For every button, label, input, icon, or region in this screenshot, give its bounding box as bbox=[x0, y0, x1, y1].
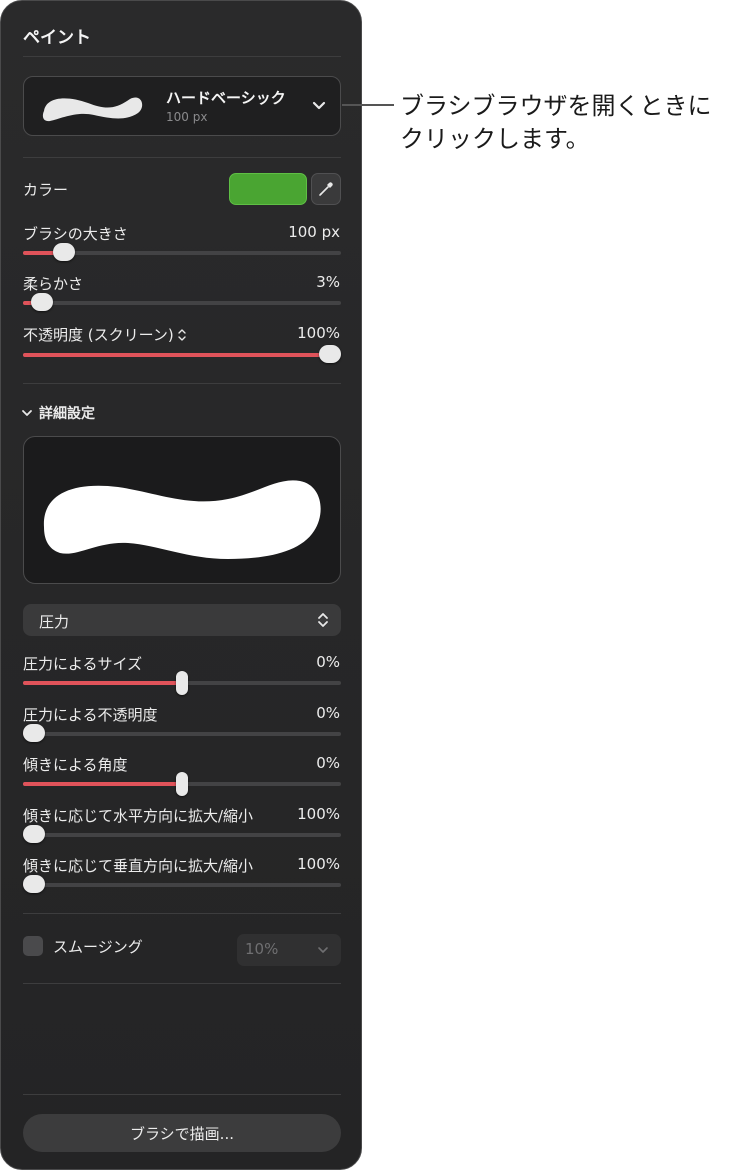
slider-knob[interactable] bbox=[31, 293, 54, 311]
opacity-slider-label: 不透明度 (スクリーン) bbox=[23, 326, 174, 344]
panel-title: ペイント bbox=[23, 28, 91, 48]
tilt-angle-slider-label: 傾きによる角度 bbox=[23, 756, 128, 774]
slider-fill bbox=[23, 353, 330, 357]
chevron-down-icon bbox=[22, 410, 32, 416]
brush-size-slider-value: 100 px bbox=[288, 223, 340, 241]
tilt-angle-slider-value: 0% bbox=[316, 754, 340, 772]
smoothing-checkbox[interactable] bbox=[23, 936, 43, 956]
chevron-down-icon bbox=[312, 101, 326, 110]
pressure-size-slider[interactable] bbox=[23, 671, 341, 695]
tilt-angle-slider[interactable] bbox=[23, 772, 341, 796]
up-down-chevron-icon bbox=[318, 613, 328, 627]
brush-name: ハードベーシック bbox=[166, 89, 286, 107]
tilt-vertical-scale-slider-label: 傾きに応じて垂直方向に拡大/縮小 bbox=[23, 857, 254, 875]
advanced-settings-label: 詳細設定 bbox=[39, 406, 95, 422]
opacity-slider[interactable] bbox=[23, 345, 341, 363]
divider bbox=[23, 383, 341, 384]
divider bbox=[23, 1094, 341, 1095]
smoothing-label: スムージング bbox=[53, 938, 143, 956]
callout-text: ブラシブラウザを開くときにクリックします。 bbox=[400, 92, 712, 153]
eyedropper-icon bbox=[319, 182, 333, 196]
softness-slider-label: 柔らかさ bbox=[23, 275, 84, 293]
slider-knob[interactable] bbox=[53, 243, 76, 261]
tilt-horizontal-scale-slider-value: 100% bbox=[297, 805, 340, 823]
draw-with-brush-button[interactable]: ブラシで描画... bbox=[23, 1114, 341, 1152]
pressure-opacity-slider-label: 圧力による不透明度 bbox=[23, 706, 158, 724]
divider bbox=[23, 983, 341, 984]
softness-slider[interactable] bbox=[23, 293, 341, 311]
up-down-chevron-icon bbox=[178, 328, 186, 341]
slider-knob[interactable] bbox=[176, 671, 188, 695]
divider bbox=[23, 913, 341, 914]
callout-leader-line bbox=[342, 104, 394, 106]
paint-panel: ペイント ハードベーシック 100 px カラー ブラシの大きさ 100 px … bbox=[0, 0, 362, 1170]
brush-size-label: 100 px bbox=[166, 110, 208, 124]
pressure-size-slider-label: 圧力によるサイズ bbox=[23, 655, 143, 673]
brush-stroke-thumbnail-icon bbox=[42, 97, 143, 122]
divider bbox=[23, 56, 341, 57]
tilt-horizontal-scale-slider[interactable] bbox=[23, 825, 341, 843]
slider-fill bbox=[23, 681, 182, 685]
chevron-down-icon bbox=[318, 947, 328, 953]
slider-knob[interactable] bbox=[23, 825, 45, 843]
slider-knob[interactable] bbox=[319, 345, 341, 363]
pressure-size-slider-value: 0% bbox=[316, 653, 340, 671]
divider bbox=[23, 157, 341, 158]
brush-size-slider[interactable] bbox=[23, 243, 341, 261]
opacity-slider-value: 100% bbox=[297, 324, 340, 342]
slider-knob[interactable] bbox=[23, 724, 45, 742]
softness-slider-value: 3% bbox=[316, 273, 340, 291]
pressure-opacity-slider-value: 0% bbox=[316, 704, 340, 722]
slider-fill bbox=[23, 782, 182, 786]
eyedropper-button[interactable] bbox=[311, 173, 341, 205]
slider-knob[interactable] bbox=[23, 875, 45, 893]
opacity-mode-popup[interactable]: 不透明度 (スクリーン) bbox=[23, 324, 187, 345]
pressure-select-label: 圧力 bbox=[39, 613, 70, 631]
smoothing-amount-value: 10% bbox=[245, 940, 279, 958]
tilt-horizontal-scale-slider-label: 傾きに応じて水平方向に拡大/縮小 bbox=[23, 807, 254, 825]
brush-preview bbox=[23, 436, 341, 584]
pressure-opacity-slider[interactable] bbox=[23, 724, 341, 742]
pressure-select[interactable]: 圧力 bbox=[23, 604, 341, 636]
brush-size-slider-label: ブラシの大きさ bbox=[23, 225, 128, 243]
smoothing-amount-select[interactable]: 10% bbox=[237, 934, 341, 966]
color-swatch[interactable] bbox=[229, 173, 307, 205]
color-label: カラー bbox=[23, 181, 69, 199]
brush-browser-button[interactable]: ハードベーシック 100 px bbox=[23, 76, 341, 136]
tilt-vertical-scale-slider-value: 100% bbox=[297, 855, 340, 873]
tilt-vertical-scale-slider[interactable] bbox=[23, 875, 341, 893]
advanced-settings-disclosure[interactable]: 詳細設定 bbox=[21, 403, 95, 423]
slider-knob[interactable] bbox=[176, 772, 188, 796]
brush-stroke-preview-icon bbox=[43, 480, 321, 559]
